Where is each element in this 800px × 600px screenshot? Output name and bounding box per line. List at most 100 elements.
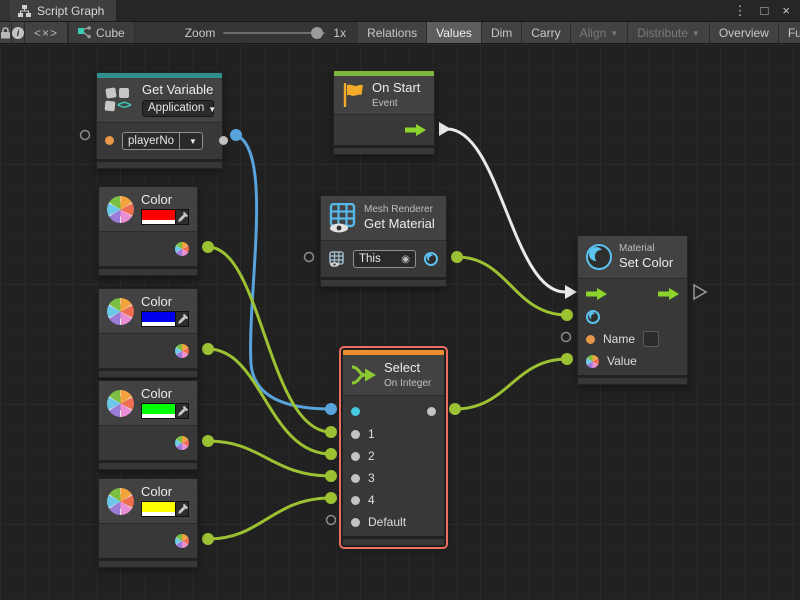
flow-input-arrow[interactable] (586, 288, 607, 300)
tab-script-graph[interactable]: Script Graph (10, 0, 117, 21)
node-color-yellow[interactable]: Color (98, 478, 198, 568)
wire-color2-select2[interactable] (208, 349, 331, 454)
flow-output-triangle[interactable] (694, 285, 706, 299)
eyedropper-button[interactable] (175, 311, 189, 327)
node-subtitle: On Integer (384, 378, 431, 389)
color-swatch[interactable] (142, 404, 175, 414)
selector-input-port[interactable] (351, 407, 360, 416)
color-output-port[interactable] (175, 436, 189, 450)
wire-endpoint[interactable] (325, 426, 337, 438)
option-input-port[interactable] (351, 474, 360, 483)
color-swatch[interactable] (142, 502, 175, 512)
zoom-slider-handle[interactable] (311, 27, 323, 39)
node-get-material[interactable]: Mesh Renderer Get Material This ◉ (320, 195, 447, 287)
output-row (99, 235, 197, 263)
port-circle[interactable] (81, 131, 90, 140)
wire-endpoint[interactable] (451, 251, 463, 263)
dim-button[interactable]: Dim (482, 22, 522, 43)
node-on-start[interactable]: On Start Event (333, 70, 435, 155)
flow-out-arrowhead[interactable] (439, 122, 451, 136)
wire-endpoint[interactable] (325, 403, 337, 415)
node-color-green[interactable]: Color (98, 380, 198, 470)
color-picker[interactable] (141, 311, 189, 327)
wire-color1-select1[interactable] (208, 247, 331, 432)
option-input-port[interactable] (351, 496, 360, 505)
fullscreen-label: Full Screen (788, 26, 800, 40)
color-output-port[interactable] (175, 534, 189, 548)
option-input-port[interactable] (351, 452, 360, 461)
flow-output-arrow[interactable] (405, 124, 426, 136)
option-input-port[interactable] (351, 430, 360, 439)
color-swatch[interactable] (142, 210, 175, 220)
carry-button[interactable]: Carry (522, 22, 570, 43)
renderer-port-icon[interactable] (329, 251, 345, 267)
info-button[interactable]: i (12, 22, 25, 43)
wire-endpoint[interactable] (325, 492, 337, 504)
port-circle[interactable] (562, 333, 571, 342)
align-button[interactable]: Align ▼ (571, 22, 629, 43)
variable-scope-dropdown[interactable]: Application ▼ (142, 100, 214, 117)
zoom-slider[interactable] (223, 32, 325, 34)
wire-endpoint[interactable] (325, 448, 337, 460)
port-circle[interactable] (305, 253, 314, 262)
wire-playerno-select[interactable] (236, 135, 331, 409)
wire-endpoint[interactable] (230, 129, 242, 141)
graph-canvas[interactable]: <> Get Variable Application ▼ playerNo ▼ (0, 44, 800, 600)
eyedropper-button[interactable] (175, 501, 189, 517)
wire-endpoint[interactable] (202, 343, 214, 355)
close-icon[interactable]: × (782, 4, 790, 17)
wire-endpoint[interactable] (561, 353, 573, 365)
eyedropper-button[interactable] (175, 403, 189, 419)
wire-color3-select3[interactable] (208, 441, 331, 476)
relations-button[interactable]: Relations (358, 22, 427, 43)
wire-color4-select4[interactable] (208, 498, 331, 539)
node-get-variable[interactable]: <> Get Variable Application ▼ playerNo ▼ (96, 72, 223, 169)
wire-endpoint[interactable] (202, 435, 214, 447)
values-button[interactable]: Values (427, 22, 482, 43)
flow-output-arrow[interactable] (658, 288, 679, 300)
material-output-port[interactable] (424, 252, 438, 266)
value-input-port[interactable] (586, 355, 599, 368)
variable-name-dropdown[interactable]: playerNo ▼ (122, 132, 203, 150)
wire-endpoint[interactable] (325, 470, 337, 482)
name-input-port[interactable] (586, 335, 595, 344)
maximize-icon[interactable]: □ (761, 4, 769, 17)
material-input-port[interactable] (586, 310, 600, 324)
graph-reference-button[interactable]: Cube (69, 22, 135, 43)
target-field[interactable]: This ◉ (353, 250, 416, 268)
value-output-port[interactable] (219, 136, 228, 145)
color-output-port[interactable] (175, 344, 189, 358)
distribute-button[interactable]: Distribute ▼ (628, 22, 710, 43)
color-swatch[interactable] (142, 312, 175, 322)
overview-button[interactable]: Overview (710, 22, 779, 43)
node-color-blue[interactable]: Color (98, 288, 198, 378)
color-picker[interactable] (141, 501, 189, 517)
variable-input-port[interactable] (105, 136, 114, 145)
port-circle[interactable] (327, 516, 336, 525)
window-menu-icon[interactable]: ⋮ (734, 4, 747, 17)
flow-in-arrowhead[interactable] (565, 285, 577, 299)
wire-getmaterial-setcolor[interactable] (457, 257, 567, 315)
color-picker[interactable] (141, 209, 189, 225)
eyedropper-button[interactable] (175, 209, 189, 225)
color-output-port[interactable] (175, 242, 189, 256)
wire-onstart-setcolor[interactable] (447, 129, 565, 292)
wire-endpoint[interactable] (449, 403, 461, 415)
wire-select-value[interactable] (455, 359, 567, 409)
node-select[interactable]: Select On Integer 1 2 (342, 349, 445, 546)
color-wheel-icon (107, 298, 134, 325)
selection-output-port[interactable] (427, 407, 436, 416)
option-input-port[interactable] (351, 518, 360, 527)
info-icon: i (12, 27, 24, 39)
edit-source-button[interactable]: <×> (25, 22, 68, 43)
name-input-field[interactable] (643, 331, 659, 347)
lock-button[interactable] (0, 22, 12, 43)
wire-endpoint[interactable] (561, 309, 573, 321)
fullscreen-button[interactable]: Full Screen (779, 22, 800, 43)
node-color-red[interactable]: Color (98, 186, 198, 276)
node-set-color[interactable]: Material Set Color (577, 235, 688, 385)
object-picker-icon[interactable]: ◉ (401, 254, 410, 265)
wire-endpoint[interactable] (202, 533, 214, 545)
wire-endpoint[interactable] (202, 241, 214, 253)
color-picker[interactable] (141, 403, 189, 419)
